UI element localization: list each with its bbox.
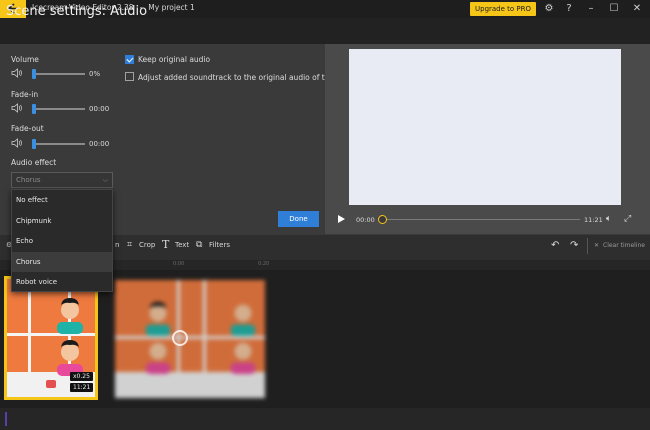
audio-effect-label: Audio effect (11, 158, 57, 167)
filters-icon[interactable]: ⧉ (196, 240, 202, 250)
fade-in-value: 00:00 (89, 105, 110, 113)
person-avatar-icon (230, 304, 256, 336)
audio-effect-dropdown: No effect Chipmunk Echo Chorus Robot voi… (11, 189, 113, 292)
filters-button[interactable]: Filters (209, 241, 230, 249)
chevron-down-icon: ⌵ (102, 176, 108, 184)
total-time: 11:21 (584, 216, 603, 224)
fade-out-slider-thumb[interactable] (32, 139, 36, 149)
undo-icon[interactable]: ↶ (551, 240, 559, 251)
adjust-soundtrack-checkbox[interactable] (125, 72, 134, 81)
keep-original-checkbox[interactable] (125, 55, 134, 64)
speaker-icon (11, 138, 22, 148)
fade-out-value: 00:00 (89, 140, 110, 148)
play-icon[interactable] (336, 214, 346, 224)
clear-icon[interactable]: ✕ (594, 242, 599, 249)
speaker-icon (11, 103, 22, 113)
project-name: My project 1 (148, 3, 195, 12)
person-avatar-icon (230, 342, 256, 374)
audio-effect-select[interactable]: Chorus ⌵ (11, 172, 113, 188)
ruler-label: 0:00 (173, 261, 185, 267)
toolbar-label-partial: n (115, 241, 120, 249)
dropdown-option-echo[interactable]: Echo (12, 231, 112, 251)
timeline-clip[interactable] (115, 280, 265, 398)
page-header (0, 18, 650, 44)
fade-in-label: Fade-in (11, 90, 39, 99)
volume-icon[interactable]: 🔈︎ (606, 214, 611, 224)
toolbar-divider (587, 238, 588, 254)
speaker-icon (11, 68, 22, 78)
crop-icon[interactable]: ⌗ (127, 240, 132, 250)
seek-thumb[interactable] (378, 215, 387, 224)
volume-value: 0% (89, 70, 101, 78)
current-time: 00:00 (356, 216, 375, 224)
volume-slider[interactable] (33, 73, 85, 75)
fade-out-label: Fade-out (11, 124, 44, 133)
dropdown-option-no-effect[interactable]: No effect (12, 190, 112, 210)
add-transition-icon[interactable] (172, 330, 188, 346)
volume-label: Volume (11, 55, 39, 64)
help-icon[interactable]: ? (560, 1, 578, 17)
audio-effect-selected: Chorus (16, 176, 41, 184)
close-icon[interactable]: ✕ (628, 1, 646, 17)
volume-slider-thumb[interactable] (32, 69, 36, 79)
redo-icon[interactable]: ↷ (570, 240, 578, 251)
selected-clip-frame (4, 276, 98, 400)
upgrade-button[interactable]: Upgrade to PRO (470, 2, 536, 16)
dropdown-option-chipmunk[interactable]: Chipmunk (12, 211, 112, 231)
done-button[interactable]: Done (278, 211, 319, 227)
dropdown-option-robot-voice[interactable]: Robot voice (12, 272, 112, 292)
crop-button[interactable]: Crop (139, 241, 155, 249)
seek-bar[interactable] (384, 219, 580, 220)
clip-speed-badge: x0.25 (70, 372, 93, 381)
page-title: Scene settings: Audio (6, 4, 148, 19)
keep-original-label: Keep original audio (138, 55, 211, 64)
text-button[interactable]: Text (175, 241, 189, 249)
ruler-label: 0:20 (258, 261, 270, 267)
dropdown-option-chorus[interactable]: Chorus (12, 251, 112, 272)
audio-track-marker (5, 412, 7, 426)
person-avatar-icon (145, 342, 171, 374)
audio-track (0, 408, 650, 430)
fade-in-slider[interactable] (33, 108, 85, 110)
minimize-icon[interactable]: – (582, 1, 600, 17)
clear-timeline-button[interactable]: Clear timeline (603, 242, 645, 249)
fade-in-slider-thumb[interactable] (32, 104, 36, 114)
text-icon[interactable]: T (162, 238, 169, 251)
fullscreen-icon[interactable]: ⤢ (624, 214, 631, 224)
person-avatar-icon (145, 301, 171, 336)
maximize-icon[interactable]: ☐ (605, 1, 623, 17)
fade-out-slider[interactable] (33, 143, 85, 145)
gear-icon[interactable]: ⚙ (540, 1, 558, 17)
video-preview (349, 49, 621, 205)
clip-duration-badge: 11:21 (70, 383, 94, 392)
